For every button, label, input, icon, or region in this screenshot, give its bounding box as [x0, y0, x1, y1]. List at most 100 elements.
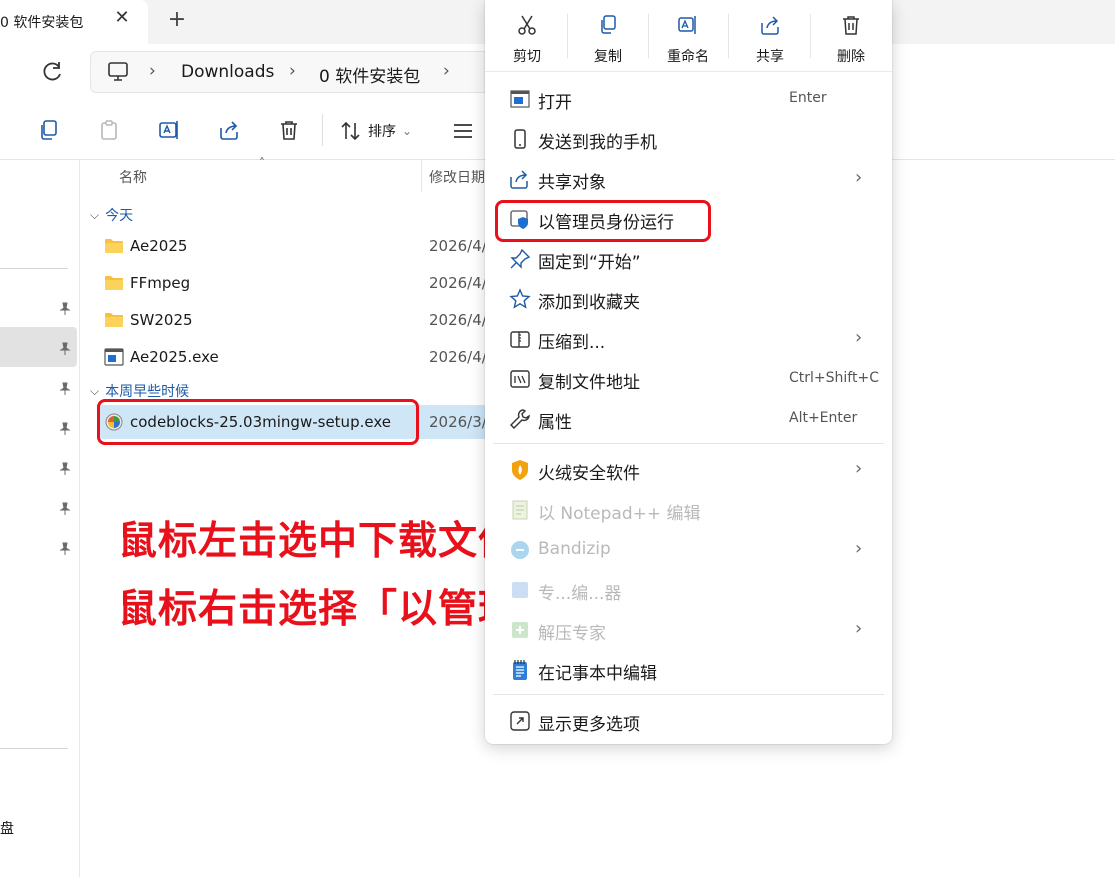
menu-item-open[interactable]: 打开 Enter	[493, 78, 884, 118]
share-label: 共享	[756, 49, 784, 65]
menu-item-bandizip[interactable]: Bandizip ›	[493, 529, 884, 569]
menu-label: Bandizip	[538, 539, 611, 559]
sort-label: 排序	[368, 124, 396, 140]
file-date: 2026/4/	[429, 348, 487, 366]
pin-icon	[510, 248, 531, 269]
menu-label: 显示更多选项	[538, 715, 640, 735]
address-bar[interactable]: › Downloads › 0 软件安装包 ›	[90, 51, 510, 93]
notepad-icon	[513, 660, 527, 680]
menu-item-huorong[interactable]: 火绒安全软件 ›	[493, 449, 884, 489]
menu-label: 打开	[538, 93, 572, 113]
annotation-line-1: 鼠标左击选中下载文件	[118, 519, 519, 564]
file-date: 2026/4/	[429, 311, 487, 329]
close-tab-icon[interactable]: ✕	[112, 8, 132, 28]
copy-icon[interactable]	[37, 118, 61, 142]
paste-icon[interactable]	[97, 118, 121, 142]
pin-icon	[59, 462, 71, 475]
sort-button[interactable]: 排序 ⌄	[340, 118, 412, 144]
chevron-right-icon: ›	[855, 327, 863, 348]
file-row[interactable]: SW2025 2026/4/	[100, 303, 490, 337]
chevron-right-icon: ›	[855, 538, 863, 559]
cut-button[interactable]: 剪切	[487, 10, 567, 66]
menu-item-extract-expert[interactable]: 解压专家 ›	[493, 609, 884, 649]
sidebar-divider	[0, 748, 68, 749]
group-label: 本周早些时候	[105, 384, 190, 400]
open-app-icon	[510, 90, 530, 108]
cut-label: 剪切	[513, 49, 541, 65]
pin-icon	[59, 302, 71, 315]
menu-item-send-to-phone[interactable]: 发送到我的手机	[493, 118, 884, 158]
chevron-down-icon: ⌵	[90, 207, 100, 222]
pin-icon	[59, 382, 71, 395]
file-row[interactable]: FFmpeg 2026/4/	[100, 266, 490, 300]
rename-icon	[678, 16, 696, 34]
rename-icon[interactable]	[157, 118, 181, 142]
breadcrumb-downloads[interactable]: Downloads	[181, 62, 274, 82]
context-menu: 剪切 复制 重命名 共享 删除 打开 Enter 发送到我的手机 共享对象 › …	[485, 0, 892, 744]
file-row[interactable]: Ae2025 2026/4/	[100, 229, 490, 263]
tab-current[interactable]: 0 软件安装包 ✕	[0, 0, 148, 44]
sort-ascending-icon: ˄	[259, 156, 265, 170]
sidebar-item-disk[interactable]: 盘	[0, 818, 14, 838]
column-header-name[interactable]: 名称	[119, 167, 147, 187]
share-button[interactable]: 共享	[730, 10, 810, 66]
chevron-right-icon[interactable]: ›	[443, 61, 450, 81]
breadcrumb-current-folder[interactable]: 0 软件安装包	[319, 62, 420, 87]
menu-label: 发送到我的手机	[538, 133, 657, 153]
group-header-today[interactable]: ⌵ 今天	[90, 205, 133, 225]
chevron-down-icon: ⌵	[90, 383, 100, 398]
file-date: 2026/4/	[429, 274, 487, 292]
notepadpp-icon	[512, 500, 528, 520]
huorong-shield-icon	[512, 460, 528, 480]
new-tab-button[interactable]: +	[165, 8, 189, 32]
action-divider	[728, 14, 729, 58]
delete-button[interactable]: 删除	[811, 10, 891, 66]
menu-item-edit-notepadpp[interactable]: 以 Notepad++ 编辑	[493, 489, 884, 529]
share-icon[interactable]	[217, 118, 241, 142]
rename-label: 重命名	[667, 49, 709, 65]
rename-button[interactable]: 重命名	[648, 10, 728, 66]
menu-shortcut: Alt+Enter	[789, 410, 858, 426]
sort-icon	[341, 121, 360, 141]
menu-item-copy-path[interactable]: 复制文件地址 Ctrl+Shift+C	[493, 358, 884, 398]
menu-separator	[493, 694, 884, 695]
menu-label: 复制文件地址	[538, 373, 640, 393]
column-header-modified[interactable]: 修改日期	[429, 167, 485, 187]
this-pc-icon[interactable]	[107, 62, 129, 86]
file-row[interactable]: Ae2025.exe 2026/4/	[100, 340, 490, 374]
sidebar-divider	[0, 268, 68, 269]
delete-icon[interactable]	[277, 118, 301, 142]
toolbar-divider	[322, 114, 323, 146]
menu-item-add-to-favorites[interactable]: 添加到收藏夹	[493, 278, 884, 318]
more-options-icon	[510, 711, 530, 731]
menu-label: 添加到收藏夹	[538, 293, 640, 313]
file-name: FFmpeg	[130, 274, 191, 292]
phone-icon	[514, 129, 526, 149]
chevron-right-icon[interactable]: ›	[289, 61, 296, 81]
chevron-right-icon[interactable]: ›	[149, 61, 156, 81]
tab-title: 0 软件安装包	[0, 15, 84, 31]
menu-item-edit-in-notepad[interactable]: 在记事本中编辑	[493, 649, 884, 689]
extract-expert-icon	[512, 622, 528, 638]
menu-item-properties[interactable]: 属性 Alt+Enter	[493, 398, 884, 438]
menu-item-compress-to[interactable]: 压缩到... ›	[493, 318, 884, 358]
file-name: SW2025	[130, 311, 193, 329]
wrench-icon	[510, 409, 530, 429]
menu-label: 以 Notepad++ 编辑	[538, 504, 701, 524]
menu-item-show-more-options[interactable]: 显示更多选项	[493, 700, 884, 740]
file-name: Ae2025.exe	[130, 348, 219, 366]
pin-icon	[59, 542, 71, 555]
highlight-run-as-admin	[495, 200, 711, 242]
menu-item-editor[interactable]: 专...编...器	[493, 569, 884, 609]
refresh-icon[interactable]	[38, 58, 66, 86]
menu-item-pin-to-start[interactable]: 固定到“开始”	[493, 238, 884, 278]
context-menu-actions: 剪切 复制 重命名 共享 删除	[485, 0, 892, 72]
column-divider[interactable]	[421, 160, 422, 192]
navigation-pane: 盘	[0, 160, 80, 877]
view-icon[interactable]	[452, 122, 474, 140]
file-name: Ae2025	[130, 237, 188, 255]
bandizip-icon	[511, 541, 529, 559]
copy-button[interactable]: 复制	[568, 10, 648, 66]
menu-item-share-with[interactable]: 共享对象 ›	[493, 158, 884, 198]
group-header-earlier-this-week[interactable]: ⌵ 本周早些时候	[90, 381, 189, 401]
